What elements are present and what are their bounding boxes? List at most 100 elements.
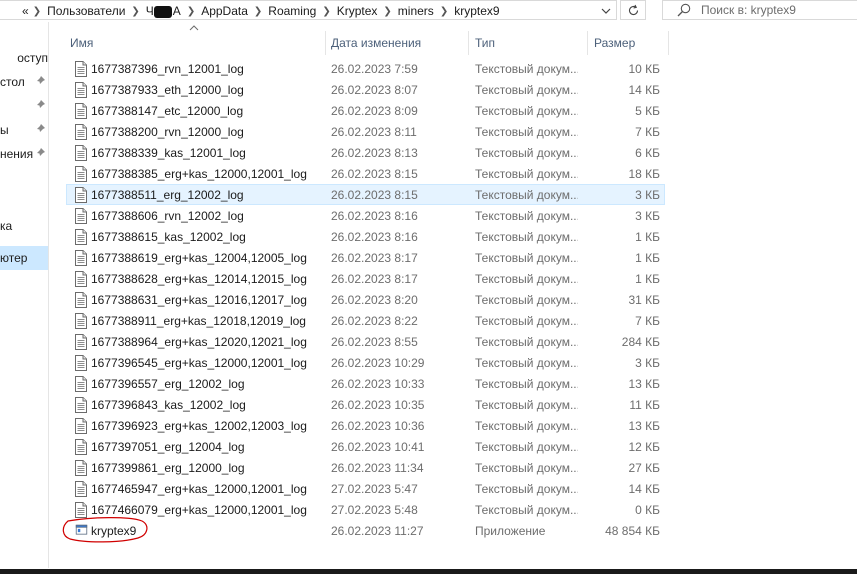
breadcrumb-kryptex[interactable]: Kryptex [331,4,384,18]
file-date: 26.02.2023 8:20 [331,293,418,307]
file-row[interactable]: 1677397051_erg_12004_log 26.02.2023 10:4… [66,436,665,457]
file-size: 5 КБ [635,104,660,118]
file-type: Приложение [475,524,546,538]
file-row-selected[interactable]: 1677388511_erg_12002_log 26.02.2023 8:15… [66,184,665,205]
file-name: 1677388631_erg+kas_12016,12017_log [91,293,307,307]
file-row[interactable]: 1677388964_erg+kas_12020,12021_log 26.02… [66,331,665,352]
file-size: 1 КБ [635,272,660,286]
nav-item-folder[interactable]: ка [0,215,48,237]
breadcrumb-kryptex9[interactable]: kryptex9 [448,4,505,18]
file-date: 26.02.2023 8:16 [331,209,418,223]
column-header-label: Тип [475,36,496,50]
nav-item-label: оступ [17,51,48,65]
pin-icon [35,76,45,86]
file-type: Текстовый докум... [475,419,578,433]
file-size: 27 КБ [628,461,660,475]
file-row[interactable]: 1677388631_erg+kas_12016,12017_log 26.02… [66,289,665,310]
file-row[interactable]: 1677396557_erg_12002_log 26.02.2023 10:3… [66,373,665,394]
breadcrumb-users[interactable]: Пользователи [41,4,131,18]
nav-item-documents[interactable]: ы [0,119,48,141]
file-type: Текстовый докум... [475,503,578,517]
file-row[interactable]: 1677388615_kas_12002_log 26.02.2023 8:16… [66,226,665,247]
address-bar[interactable]: « ❯ Пользователи ❯ ЧА ❯ AppData ❯ Roamin… [0,0,617,20]
address-history-dropdown[interactable] [596,1,616,21]
search-box[interactable] [662,0,857,20]
file-row[interactable]: 1677465947_erg+kas_12000,12001_log 27.02… [66,478,665,499]
nav-item-pictures[interactable]: нения [0,143,48,165]
file-size: 18 КБ [628,167,660,181]
file-size: 1 КБ [635,251,660,265]
column-header-size[interactable]: Размер [588,31,668,55]
file-row[interactable]: 1677396545_erg+kas_12000,12001_log 26.02… [66,352,665,373]
address-bar-row: « ❯ Пользователи ❯ ЧА ❯ AppData ❯ Roamin… [0,0,857,22]
file-name: 1677388628_erg+kas_12014,12015_log [91,272,307,286]
breadcrumb-separator-icon: ❯ [383,5,392,17]
file-size: 284 КБ [621,335,660,349]
file-date: 26.02.2023 8:17 [331,251,418,265]
text-file-icon [75,271,87,287]
text-file-icon [75,103,87,119]
red-annotation-circle [62,517,148,543]
file-size: 13 КБ [628,419,660,433]
file-row[interactable]: 1677388911_erg+kas_12018,12019_log 26.02… [66,310,665,331]
text-file-icon [75,397,87,413]
file-row[interactable]: 1677388619_erg+kas_12004,12005_log 26.02… [66,247,665,268]
file-type: Текстовый докум... [475,62,578,76]
file-name: 1677396923_erg+kas_12002,12003_log [91,419,307,433]
file-type: Текстовый докум... [475,272,578,286]
nav-item-this-pc[interactable]: ютер [0,246,48,270]
taskbar-edge [0,569,857,574]
file-row[interactable]: 1677399861_erg_12000_log 26.02.2023 11:3… [66,457,665,478]
file-row[interactable]: 1677387933_eth_12000_log 26.02.2023 8:07… [66,79,665,100]
column-header-name[interactable]: Имя [64,31,325,55]
refresh-icon [628,4,638,15]
file-row[interactable]: 1677388200_rvn_12000_log 26.02.2023 8:11… [66,121,665,142]
nav-item-quick-access[interactable]: оступ [0,47,48,69]
file-size: 13 КБ [628,377,660,391]
file-date: 27.02.2023 5:47 [331,482,418,496]
file-row[interactable]: 1677396923_erg+kas_12002,12003_log 26.02… [66,415,665,436]
file-row[interactable]: 1677387396_rvn_12001_log 26.02.2023 7:59… [66,58,665,79]
text-file-icon [75,208,87,224]
breadcrumb-user[interactable]: ЧА [140,4,187,18]
breadcrumb-appdata[interactable]: AppData [195,4,254,18]
file-size: 12 КБ [628,440,660,454]
file-row[interactable]: 1677388339_kas_12001_log 26.02.2023 8:13… [66,142,665,163]
text-file-icon [75,376,87,392]
file-row[interactable]: 1677388606_rvn_12002_log 26.02.2023 8:16… [66,205,665,226]
file-name: 1677388606_rvn_12002_log [91,209,244,223]
column-divider[interactable] [668,31,669,55]
file-row-application[interactable]: kryptex9 26.02.2023 11:27 Приложение 48 … [62,517,665,543]
file-row[interactable]: 1677388147_etc_12000_log 26.02.2023 8:09… [66,100,665,121]
file-row[interactable]: 1677388385_erg+kas_12000,12001_log 26.02… [66,163,665,184]
file-name: 1677388615_kas_12002_log [91,230,246,244]
breadcrumb-roaming[interactable]: Roaming [262,4,322,18]
file-size: 10 КБ [628,62,660,76]
file-date: 26.02.2023 7:59 [331,62,418,76]
refresh-button[interactable] [620,0,646,20]
file-date: 26.02.2023 8:16 [331,230,418,244]
file-row[interactable]: 1677466079_erg+kas_12000,12001_log 27.02… [66,499,665,520]
nav-item-downloads[interactable] [0,95,48,117]
file-name: 1677388200_rvn_12000_log [91,125,244,139]
column-header-date[interactable]: Дата изменения [325,31,468,55]
file-row[interactable]: 1677396843_kas_12002_log 26.02.2023 10:3… [66,394,665,415]
nav-item-desktop[interactable]: стол [0,71,48,93]
file-date: 26.02.2023 10:41 [331,440,425,454]
search-input[interactable] [701,3,851,17]
column-header-type[interactable]: Тип [469,31,587,55]
overflow-chevron-icon[interactable]: « [22,4,33,18]
redaction-mark [153,5,172,18]
text-file-icon [75,460,87,476]
file-size: 3 КБ [635,209,660,223]
file-date: 26.02.2023 10:36 [331,419,425,433]
file-type: Текстовый докум... [475,314,578,328]
text-file-icon [75,61,87,77]
file-row[interactable]: 1677388628_erg+kas_12014,12015_log 26.02… [66,268,665,289]
pin-icon [35,148,45,158]
navigation-pane: оступ стол ы нения ка ютер [0,22,49,568]
breadcrumb-miners[interactable]: miners [392,4,440,18]
file-type: Текстовый докум... [475,230,578,244]
file-date: 26.02.2023 10:33 [331,377,425,391]
file-name: 1677388385_erg+kas_12000,12001_log [91,167,307,181]
